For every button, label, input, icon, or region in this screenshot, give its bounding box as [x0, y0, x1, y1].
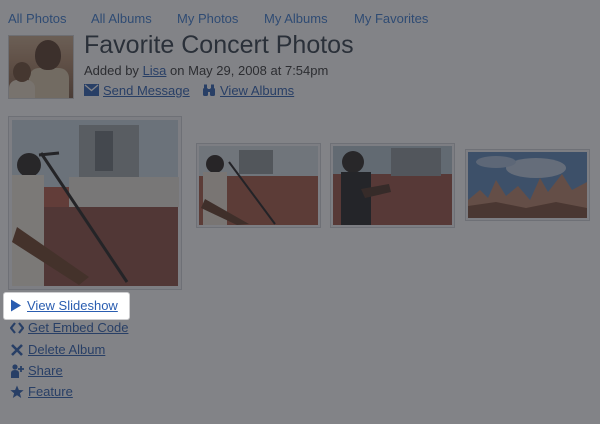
nav-my-favorites[interactable]: My Favorites: [354, 11, 428, 26]
view-slideshow-label: View Slideshow: [27, 298, 118, 313]
code-icon: [10, 322, 24, 334]
view-slideshow-link[interactable]: View Slideshow: [4, 293, 129, 319]
x-icon: [11, 344, 23, 356]
share-link[interactable]: Share: [8, 361, 178, 381]
envelope-icon: [84, 84, 99, 96]
added-date: on May 29, 2008 at 7:54pm: [170, 63, 329, 78]
concert-photo-2: [199, 146, 318, 225]
share-label: Share: [28, 363, 63, 378]
concert-photo-3: [333, 146, 452, 225]
feature-link[interactable]: Feature: [8, 382, 178, 402]
album-page: All Photos All Albums My Photos My Album…: [0, 0, 600, 424]
send-message-link[interactable]: Send Message: [103, 83, 190, 98]
album-photo-thumb[interactable]: [330, 143, 455, 228]
author-avatar[interactable]: [8, 35, 74, 99]
binoculars-icon: [203, 84, 215, 96]
album-photo-thumb[interactable]: [196, 143, 321, 228]
feature-label: Feature: [28, 384, 73, 399]
star-icon: [10, 385, 24, 398]
nav-my-albums[interactable]: My Albums: [264, 11, 328, 26]
nav-all-photos[interactable]: All Photos: [8, 11, 67, 26]
concert-photo-4: [468, 152, 587, 218]
album-cover-photo[interactable]: [8, 116, 182, 290]
delete-album-link[interactable]: Delete Album: [8, 340, 178, 360]
get-embed-code-label: Get Embed Code: [28, 320, 129, 335]
author-link[interactable]: Lisa: [143, 63, 167, 78]
album-title: Favorite Concert Photos: [84, 31, 354, 59]
nav-my-photos[interactable]: My Photos: [177, 11, 238, 26]
get-embed-code-link[interactable]: Get Embed Code: [8, 318, 178, 338]
album-photo-thumb[interactable]: [465, 149, 590, 221]
play-icon: [11, 299, 21, 312]
share-person-icon: [11, 364, 24, 378]
concert-photo-main: [12, 120, 179, 286]
delete-album-label: Delete Album: [28, 342, 106, 357]
album-byline: Added by Lisa on May 29, 2008 at 7:54pm: [84, 63, 328, 78]
view-albums-link[interactable]: View Albums: [220, 83, 294, 98]
added-by-label: Added by: [84, 63, 139, 78]
nav-all-albums[interactable]: All Albums: [91, 11, 152, 26]
